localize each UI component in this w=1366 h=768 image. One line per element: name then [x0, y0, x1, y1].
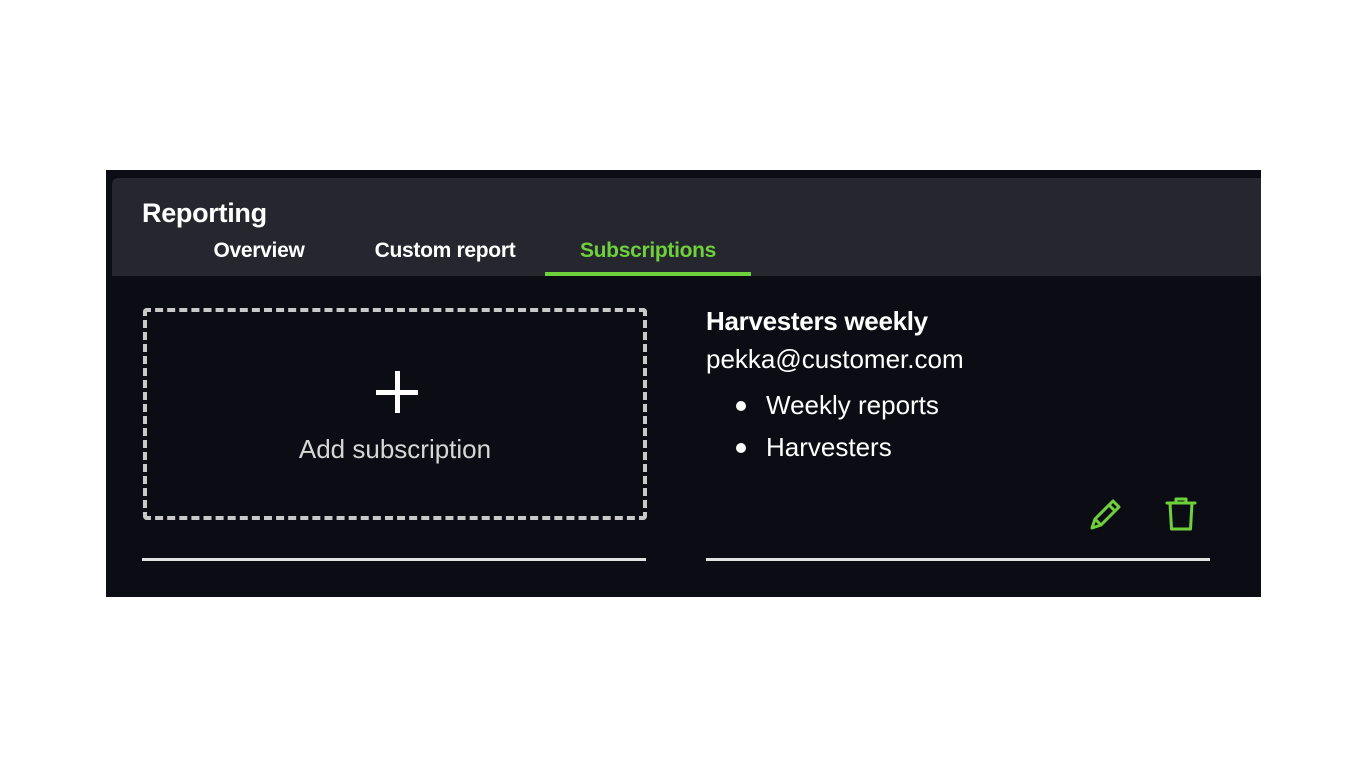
subscription-items: Weekly reports Harvesters — [706, 384, 939, 468]
subscription-title: Harvesters weekly — [706, 306, 928, 336]
page-title: Reporting — [142, 198, 267, 228]
tab-label: Subscriptions — [579, 239, 717, 262]
list-item: Weekly reports — [706, 384, 939, 426]
tab-overview[interactable]: Overview — [192, 234, 326, 276]
delete-subscription-button[interactable] — [1161, 494, 1201, 534]
trash-icon — [1165, 497, 1197, 531]
app-window: Reporting Overview Custom report Subscri… — [106, 170, 1261, 597]
tab-label: Custom report — [374, 239, 516, 262]
bullet-icon — [736, 401, 746, 411]
divider-left — [142, 558, 646, 561]
plus-icon — [376, 371, 418, 413]
tab-label: Overview — [213, 239, 305, 262]
subscription-card: Harvesters weekly pekka@customer.com Wee… — [706, 306, 1210, 531]
active-tab-indicator — [545, 272, 751, 276]
tab-subscriptions[interactable]: Subscriptions — [545, 234, 751, 276]
edit-subscription-button[interactable] — [1086, 494, 1126, 534]
add-subscription-label: Add subscription — [298, 434, 492, 464]
pencil-icon — [1090, 499, 1121, 530]
bullet-icon — [736, 443, 746, 453]
divider-right — [706, 558, 1210, 561]
list-item: Harvesters — [706, 426, 939, 468]
list-item-label: Weekly reports — [766, 390, 939, 420]
list-item-label: Harvesters — [766, 432, 892, 462]
subscription-email: pekka@customer.com — [706, 344, 964, 374]
tab-custom-report[interactable]: Custom report — [352, 234, 538, 276]
header: Reporting Overview Custom report Subscri… — [112, 178, 1261, 276]
add-subscription-button[interactable]: Add subscription — [143, 308, 647, 520]
